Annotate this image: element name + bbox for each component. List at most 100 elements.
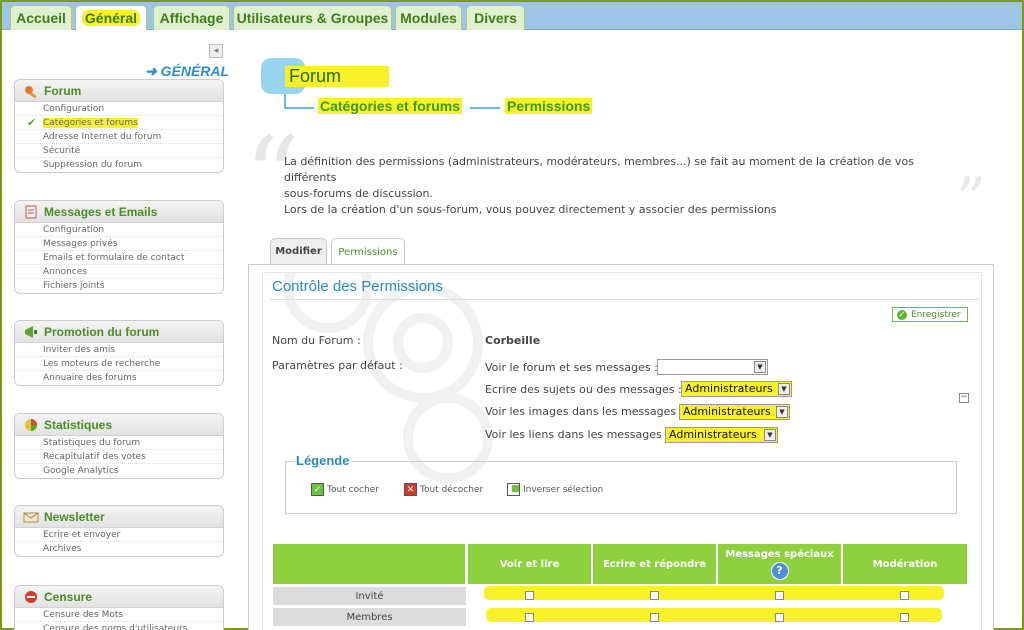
sidebar-item-moteurs[interactable]: Les moteurs de recherche xyxy=(15,357,223,371)
panel-title: Contrôle des Permissions xyxy=(272,278,443,295)
chevron-down-icon: ▼ xyxy=(776,406,788,418)
table-header-ecrire: Ecrire et répondre xyxy=(593,544,717,584)
table-header-voir: Voir et lire xyxy=(468,544,592,584)
save-button[interactable]: ✓ Enregistrer xyxy=(892,307,968,322)
invert-selection-icon xyxy=(507,483,520,496)
sidebar-item-inviter[interactable]: Inviter des amis xyxy=(15,343,223,357)
sidebar-item-configuration[interactable]: Configuration xyxy=(15,102,223,116)
sidebar-item-ecrire[interactable]: Ecrire et envoyer xyxy=(15,528,223,542)
sidebar-item-censure-noms[interactable]: Censure des noms d'utilisateurs xyxy=(15,622,223,630)
tab-modules[interactable]: Modules xyxy=(395,5,462,30)
checkbox-invite-ecrire[interactable] xyxy=(650,591,659,600)
sidebar-item-archives[interactable]: Archives xyxy=(15,542,223,556)
sidebar-item-analytics[interactable]: Google Analytics xyxy=(15,464,223,478)
tab-permissions[interactable]: Permissions xyxy=(331,238,405,265)
select-view-images[interactable]: Administrateurs ▼ xyxy=(679,404,790,420)
setting-label-write: Ecrire des sujets ou des messages : xyxy=(485,383,682,396)
envelope-icon xyxy=(23,205,39,219)
sidebar-group-newsletter: Newsletter Ecrire et envoyer Archives xyxy=(14,505,224,557)
setting-label-links: Voir les liens dans les messages : xyxy=(485,428,669,441)
table-header-speciaux: Messages spéciaux? xyxy=(718,544,842,584)
sidebar-item-categories[interactable]: ✔ Catégories et forums xyxy=(15,116,223,130)
checkmark-icon: ✔ xyxy=(27,116,37,129)
megaphone-icon xyxy=(23,325,39,339)
sidebar-group-messages: Messages et Emails Configuration Message… xyxy=(14,200,224,294)
select-view-forum[interactable]: ▼ xyxy=(657,359,768,375)
sidebar-item-emails[interactable]: Emails et formulaire de contact xyxy=(15,251,223,265)
checkbox-membres-voir[interactable] xyxy=(525,613,534,622)
sidebar-group-header: Statistiques xyxy=(15,414,223,436)
legend-box xyxy=(285,461,957,514)
checkbox-invite-moderation[interactable] xyxy=(900,591,909,600)
breadcrumb-connector xyxy=(470,107,500,109)
row-highlight xyxy=(484,586,944,600)
wrench-icon xyxy=(23,84,39,98)
sidebar-item-annonces[interactable]: Annonces xyxy=(15,265,223,279)
row-label-invite: Invité xyxy=(273,587,466,605)
collapse-icon[interactable]: − xyxy=(959,393,969,403)
sidebar-group-statistiques: Statistiques Statistiques du forum Récap… xyxy=(14,413,224,479)
sidebar-item-suppression[interactable]: Suppression du forum xyxy=(15,158,223,172)
tab-general[interactable]: Général xyxy=(75,5,147,30)
sidebar-group-header: Censure xyxy=(15,586,223,608)
tab-accueil[interactable]: Accueil xyxy=(10,5,72,30)
tab-modifier[interactable]: Modifier xyxy=(270,238,327,264)
sidebar-group-header: Forum xyxy=(15,80,223,102)
sidebar-section-title: ➜ GÉNÉRAL xyxy=(145,63,230,79)
description: La définition des permissions (administr… xyxy=(284,155,914,216)
table-header-moderation: Modération xyxy=(843,544,967,584)
sidebar-item-messages-prives[interactable]: Messages privés xyxy=(15,237,223,251)
sidebar-item-fichiers-joints[interactable]: Fichiers joints xyxy=(15,279,223,293)
newsletter-icon xyxy=(23,510,39,524)
check-all-icon: ✓ xyxy=(311,483,324,496)
table-header-empty xyxy=(273,544,466,584)
defaults-label: Paramètres par défaut : xyxy=(272,359,403,372)
sidebar-item-msg-configuration[interactable]: Configuration xyxy=(15,223,223,237)
sidebar-item-annuaire[interactable]: Annuaire des forums xyxy=(15,371,223,385)
tab-utilisateurs-groupes[interactable]: Utilisateurs & Groupes xyxy=(233,5,392,30)
forbidden-icon xyxy=(23,590,39,604)
help-icon[interactable]: ? xyxy=(770,561,789,580)
breadcrumb-categories[interactable]: Catégories et forums xyxy=(318,98,463,114)
checkbox-invite-voir[interactable] xyxy=(525,591,534,600)
quote-close-icon: ” xyxy=(956,165,986,233)
sidebar-item-stats-forum[interactable]: Statistiques du forum xyxy=(15,436,223,450)
uncheck-all-button[interactable]: ✕ Tout décocher xyxy=(404,483,483,496)
select-write-posts[interactable]: Administrateurs ▼ xyxy=(681,381,792,397)
checkbox-membres-moderation[interactable] xyxy=(900,613,909,622)
row-label-membres: Membres xyxy=(273,608,466,626)
uncheck-all-icon: ✕ xyxy=(404,483,417,496)
sidebar-group-header: Newsletter xyxy=(15,506,223,528)
sidebar-item-securite[interactable]: Sécurité xyxy=(15,144,223,158)
pie-chart-icon xyxy=(23,418,39,432)
tab-affichage[interactable]: Affichage xyxy=(153,5,230,30)
setting-label-images: Voir les images dans les messages : xyxy=(485,405,684,418)
legend-title: Légende xyxy=(294,453,352,468)
sidebar-item-censure-mots[interactable]: Censure des Mots xyxy=(15,608,223,622)
chevron-down-icon: ▼ xyxy=(778,383,790,395)
tab-divers[interactable]: Divers xyxy=(466,5,525,30)
select-view-links[interactable]: Administrateurs ▼ xyxy=(665,427,778,443)
breadcrumb-connector xyxy=(284,107,314,109)
collapse-sidebar-button[interactable]: ◂ xyxy=(209,44,223,58)
breadcrumb-connector xyxy=(284,94,286,108)
checkbox-invite-speciaux[interactable] xyxy=(775,591,784,600)
sidebar-item-votes[interactable]: Récapitulatif des votes xyxy=(15,450,223,464)
check-circle-icon: ✓ xyxy=(897,309,907,320)
page-title: Forum xyxy=(285,66,390,87)
sidebar-item-adresse[interactable]: Adresse Internet du forum xyxy=(15,130,223,144)
sidebar-group-censure: Censure Censure des Mots Censure des nom… xyxy=(14,585,224,630)
sidebar-group-header: Promotion du forum xyxy=(15,321,223,343)
chevron-down-icon: ▼ xyxy=(754,361,766,373)
sidebar-group-header: Messages et Emails xyxy=(15,201,223,223)
chevron-down-icon: ▼ xyxy=(764,429,776,441)
check-all-button[interactable]: ✓ Tout cocher xyxy=(311,483,379,496)
row-highlight xyxy=(486,608,942,622)
setting-label-view: Voir le forum et ses messages : xyxy=(485,361,658,374)
breadcrumb-permissions[interactable]: Permissions xyxy=(505,98,593,114)
forum-name-value: Corbeille xyxy=(485,334,541,347)
checkbox-membres-speciaux[interactable] xyxy=(775,613,784,622)
sidebar-group-promotion: Promotion du forum Inviter des amis Les … xyxy=(14,320,224,386)
checkbox-membres-ecrire[interactable] xyxy=(650,613,659,622)
invert-selection-button[interactable]: Inverser sélection xyxy=(507,483,603,496)
